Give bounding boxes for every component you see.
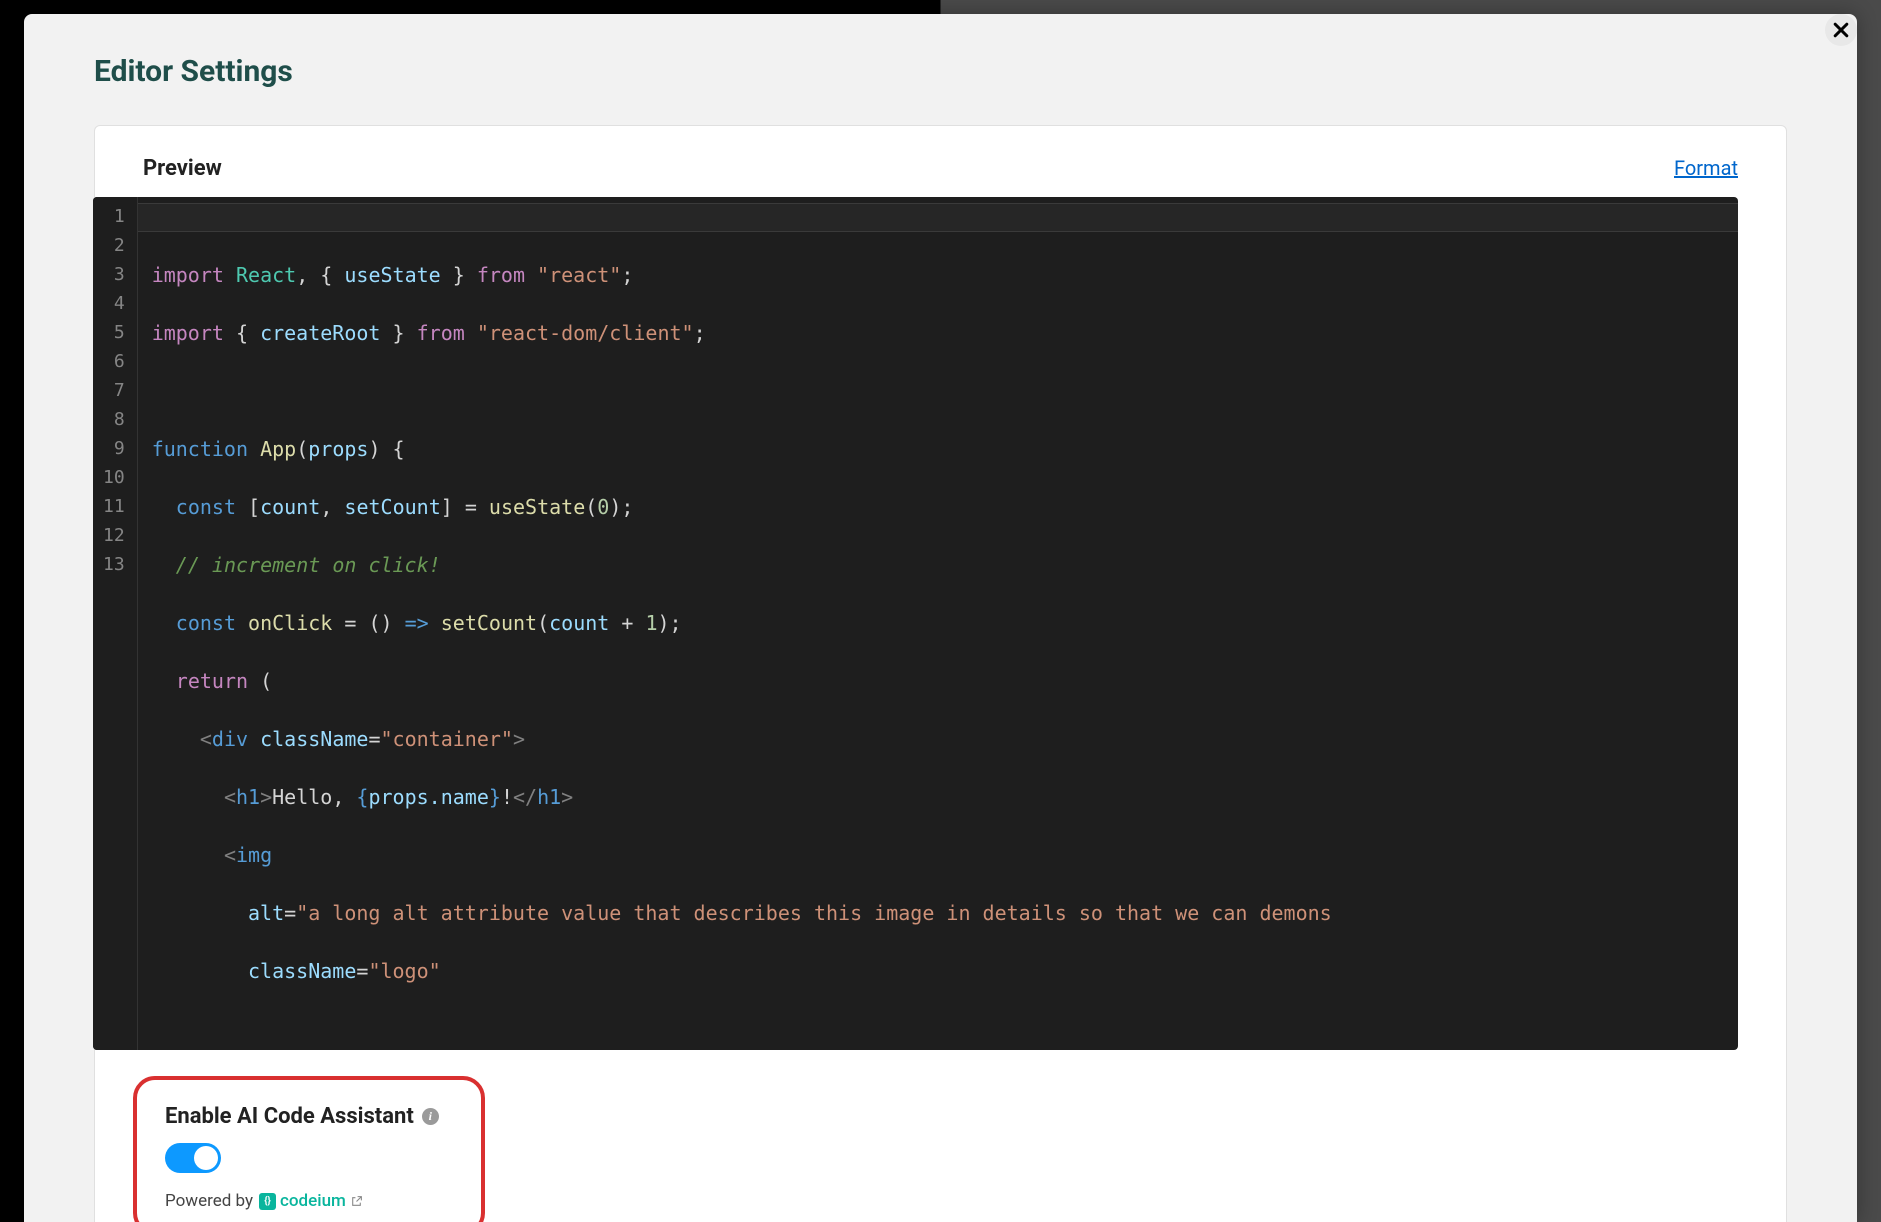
external-link-icon (350, 1195, 363, 1208)
codeium-link[interactable]: codeium (259, 1191, 363, 1211)
close-button[interactable] (1825, 14, 1857, 46)
close-icon (1831, 20, 1851, 40)
ai-assistant-highlight: Enable AI Code Assistant i Powered by co… (133, 1076, 485, 1222)
ai-assistant-label: Enable AI Code Assistant (165, 1104, 414, 1129)
ai-assistant-toggle[interactable] (165, 1143, 221, 1173)
powered-by-row: Powered by codeium (165, 1191, 457, 1211)
code-preview[interactable]: 1 2 3 4 5 6 7 8 9 10 11 12 13 import Rea… (93, 197, 1738, 1050)
line-gutter: 1 2 3 4 5 6 7 8 9 10 11 12 13 (93, 197, 138, 1050)
preview-label: Preview (143, 156, 222, 181)
codeium-text: codeium (280, 1191, 346, 1211)
powered-by-text: Powered by (165, 1191, 253, 1211)
info-icon[interactable]: i (422, 1108, 439, 1125)
codeium-logo-icon (259, 1193, 276, 1210)
format-link[interactable]: Format (1674, 156, 1738, 180)
settings-modal: Editor Settings Preview Format 1 2 3 4 5… (24, 14, 1857, 1222)
modal-scroll[interactable]: Editor Settings Preview Format 1 2 3 4 5… (24, 14, 1857, 1222)
toggle-knob (194, 1146, 218, 1170)
page-title: Editor Settings (94, 54, 1787, 89)
settings-card: Preview Format 1 2 3 4 5 6 7 8 9 10 11 1… (94, 125, 1787, 1222)
code-content[interactable]: import React, { useState } from "react";… (138, 197, 1738, 1050)
